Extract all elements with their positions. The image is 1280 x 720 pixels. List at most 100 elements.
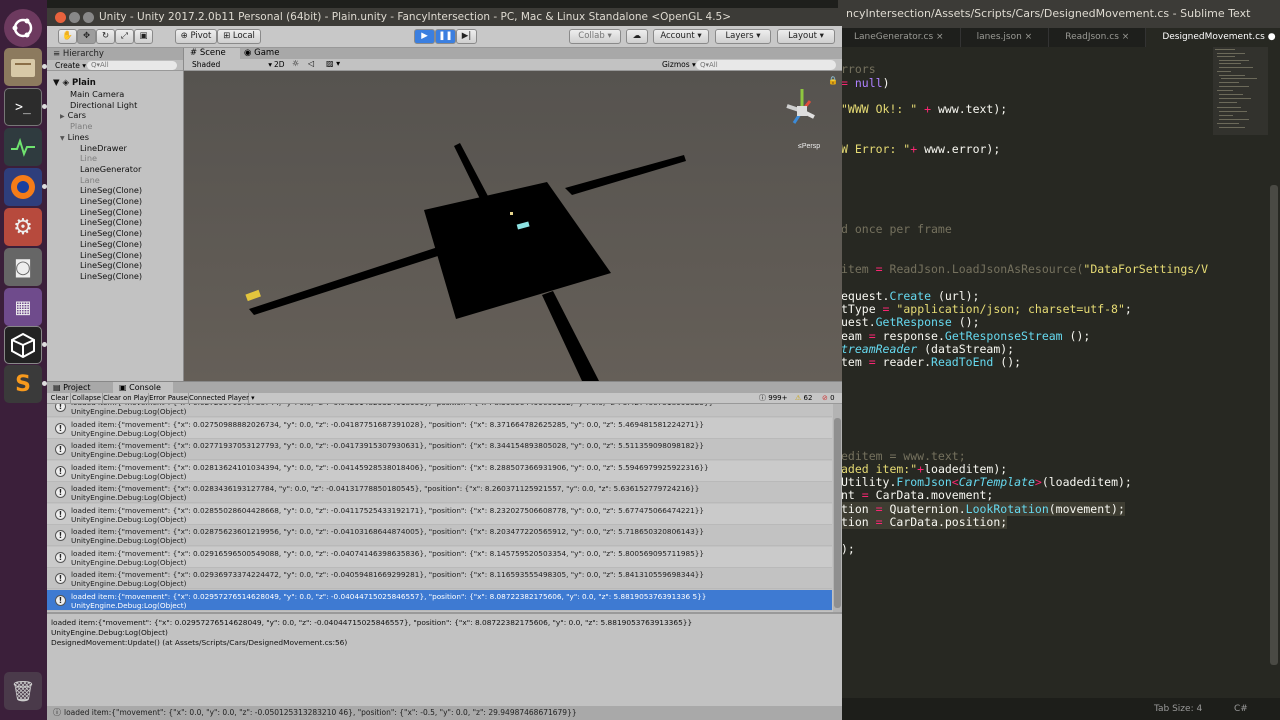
collapse-arrow-icon[interactable]: ▼ — [60, 135, 65, 142]
tab-size-indicator[interactable]: Tab Size: 4 — [1154, 698, 1202, 720]
step-button[interactable]: ▶| — [456, 29, 477, 44]
tab-console[interactable]: ▣ Console — [113, 382, 173, 393]
local-toggle[interactable]: ⊞ Local — [217, 29, 261, 44]
error-count[interactable]: ⊘ 0 — [822, 393, 835, 404]
hierarchy-search-input[interactable]: Q▾All — [87, 61, 177, 70]
hierarchy-item[interactable]: Line — [80, 153, 97, 163]
console-log-row[interactable]: ! loaded item:{"movement": {"x": 0.029369… — [47, 568, 832, 589]
hierarchy-item[interactable]: Directional Light — [70, 100, 137, 110]
rect-tool-icon[interactable]: ▣ — [134, 29, 153, 44]
hierarchy-item[interactable]: LineSeg(Clone) — [80, 239, 142, 249]
pivot-toggle[interactable]: ⊕ Pivot — [175, 29, 217, 44]
gizmos-dropdown[interactable]: Gizmos ▾ — [662, 60, 696, 70]
hierarchy-item[interactable]: Plane — [70, 121, 92, 131]
create-dropdown[interactable]: Create ▾ — [55, 60, 86, 71]
ubuntu-dash-icon[interactable] — [4, 9, 42, 47]
shading-dropdown[interactable]: Shaded ▾ — [192, 60, 272, 70]
console-button-clear[interactable]: Clear — [49, 393, 71, 404]
play-button[interactable]: ▶ — [414, 29, 435, 44]
move-tool-icon[interactable]: ✥ — [77, 29, 96, 44]
hierarchy-item[interactable]: Main Camera — [70, 89, 124, 99]
hand-tool-icon[interactable]: ✋ — [58, 29, 77, 44]
tab-designedmovement[interactable]: DesignedMovement.cs ● — [1146, 28, 1280, 47]
console-log-row[interactable]: ! loaded item:{"movement": {"x": 0.028550… — [47, 503, 832, 525]
layers-dropdown[interactable]: Layers ▾ — [715, 29, 771, 44]
scale-tool-icon[interactable]: ⤢ — [115, 29, 134, 44]
console-log-row[interactable]: ! loaded item:{"movement": {"x": 0.027509… — [47, 417, 832, 439]
pause-button[interactable]: ❚❚ — [435, 29, 456, 44]
minimap[interactable] — [1213, 47, 1268, 147]
editor-scrollbar[interactable] — [1270, 185, 1278, 665]
tab-readjson[interactable]: ReadJson.cs × — [1049, 28, 1147, 47]
lighting-toggle-icon[interactable]: ☼ — [292, 59, 299, 68]
hierarchy-item[interactable]: LineSeg(Clone) — [80, 228, 142, 238]
terminal-icon[interactable]: >_ — [4, 88, 42, 126]
console-splitter[interactable] — [47, 612, 842, 614]
rotate-tool-icon[interactable]: ↻ — [96, 29, 115, 44]
expand-arrow-icon[interactable]: ▶ — [60, 113, 65, 120]
tab-game[interactable]: ◉ Game — [244, 48, 279, 59]
hierarchy-scene-root[interactable]: ▼ ◈ Plain — [53, 78, 96, 88]
console-panel: ▤ Project ▣ Console Clear Collapse Clear o… — [47, 381, 842, 720]
unity-icon[interactable] — [4, 326, 42, 364]
layout-dropdown[interactable]: Layout ▾ — [777, 29, 835, 44]
hierarchy-item[interactable]: Lane — [80, 175, 100, 185]
console-log-row[interactable]: ! loaded item:{"movement": {"x": 0.028756… — [47, 525, 832, 546]
hierarchy-item[interactable]: LineSeg(Clone) — [80, 271, 142, 281]
console-log-row[interactable]: ! loaded item:{"movement": {"x": 0.028343… — [47, 482, 832, 503]
tab-lanes-json[interactable]: lanes.json × — [961, 28, 1050, 47]
hierarchy-item[interactable]: LineSeg(Clone) — [80, 207, 142, 217]
hierarchy-item[interactable]: LaneGenerator — [80, 164, 141, 174]
log-stacktrace: UnityEngine.Debug:Log(Object) — [71, 450, 187, 459]
console-log-row[interactable]: ! loaded item:{"movement": {"x": 0.029165… — [47, 546, 832, 568]
console-button-clear-on-play[interactable]: Clear on Play — [103, 393, 149, 404]
console-button-connected-player[interactable]: Connected Player ▾ — [189, 393, 254, 404]
console-button-collapse[interactable]: Collapse — [71, 393, 103, 404]
console-button-error-pause[interactable]: Error Pause — [149, 393, 189, 404]
firefox-icon[interactable] — [4, 168, 42, 206]
account-dropdown[interactable]: Account ▾ — [653, 29, 709, 44]
hierarchy-item[interactable]: LineSeg(Clone) — [80, 260, 142, 270]
scene-tabbar: # Scene ◉ Game — [184, 48, 842, 59]
video-icon[interactable]: ▦ — [4, 288, 42, 326]
info-count[interactable]: ⓘ 999+ — [759, 393, 787, 404]
trash-icon[interactable]: 🗑 — [4, 672, 42, 710]
warning-count[interactable]: ⚠ 62 — [795, 393, 812, 404]
close-window-icon[interactable] — [55, 12, 66, 23]
last-log-text[interactable]: loaded item:{"movement": {"x": 0.0, "y":… — [64, 706, 577, 720]
sublime-icon[interactable]: S — [4, 365, 42, 403]
console-log-row[interactable]: ! loaded item:{"movement": {"x": 0.028136… — [47, 460, 832, 482]
hierarchy-item[interactable]: LineSeg(Clone) — [80, 217, 142, 227]
cloud-icon[interactable]: ☁ — [626, 29, 648, 44]
hierarchy-item[interactable]: LineDrawer — [80, 143, 127, 153]
maximize-window-icon[interactable] — [83, 12, 94, 23]
console-log-list[interactable]: ! loaded item:{"movement": {"x": 0.027299… — [47, 404, 833, 612]
console-log-row[interactable]: ! loaded item:{"movement": {"x": 0.027299… — [47, 404, 832, 417]
audio-toggle-icon[interactable]: ◁ — [308, 59, 314, 68]
hierarchy-item[interactable]: LineSeg(Clone) — [80, 250, 142, 260]
console-log-row[interactable]: ! loaded item:{"movement": {"x": 0.029572… — [47, 589, 832, 611]
settings-icon[interactable]: ⚙ — [4, 208, 42, 246]
scene-view[interactable]: # Scene ◉ Game Shaded ▾ 2D ☼ ◁ ▨ ▾ Gizmos… — [184, 48, 842, 381]
tab-lanegenerator[interactable]: LaneGenerator.cs × — [838, 28, 961, 47]
minimize-window-icon[interactable] — [69, 12, 80, 23]
2d-toggle[interactable]: 2D — [274, 60, 285, 70]
code-editor[interactable]: rrors = null) "WWW Ok!: " + www.text); W… — [838, 47, 1208, 697]
hierarchy-item[interactable]: LineSeg(Clone) — [80, 196, 142, 206]
hierarchy-item[interactable]: LineSeg(Clone) — [80, 185, 142, 195]
console-log-row[interactable]: ! loaded item:{"movement": {"x": 0.027719… — [47, 439, 832, 460]
screenshot-icon[interactable]: ◙ — [4, 248, 42, 286]
files-icon[interactable] — [4, 48, 42, 86]
tab-project[interactable]: ▤ Project — [53, 382, 90, 393]
scene-search-input[interactable]: Q▾All — [696, 60, 836, 70]
syntax-indicator[interactable]: C# — [1234, 698, 1248, 720]
scene-canvas[interactable]: ≤Persp 🔒 — [184, 71, 842, 381]
tab-scene[interactable]: # Scene — [184, 48, 240, 59]
hierarchy-tab[interactable]: ≡ Hierarchy — [47, 48, 183, 60]
collab-dropdown[interactable]: Collab ▾ — [569, 29, 621, 44]
hierarchy-item[interactable]: ▼ Lines — [60, 132, 89, 142]
effects-dropdown-icon[interactable]: ▨ ▾ — [326, 59, 340, 68]
hierarchy-item[interactable]: ▶ Cars — [60, 110, 86, 120]
console-scrollbar[interactable] — [833, 404, 842, 612]
system-monitor-icon[interactable] — [4, 128, 42, 166]
